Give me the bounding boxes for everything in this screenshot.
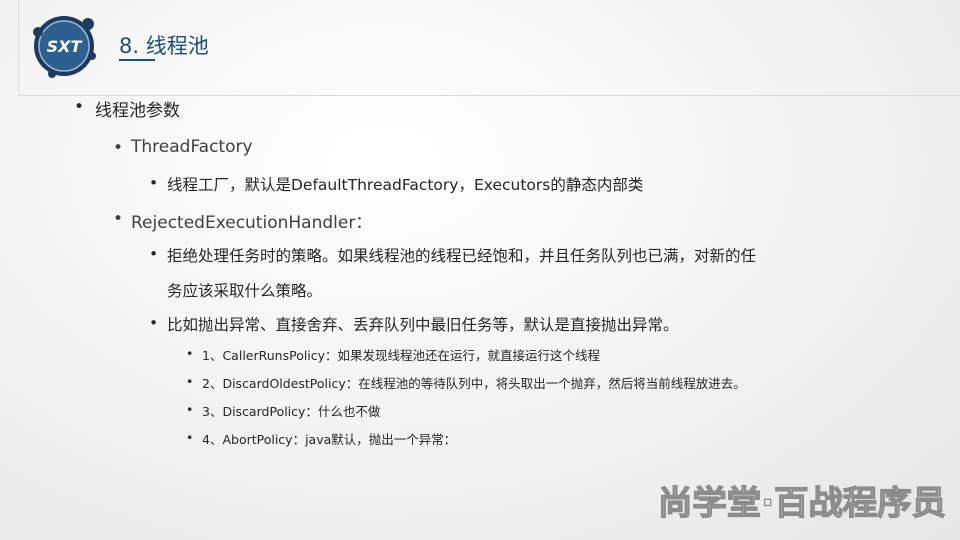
bullet-l2: • [113,138,124,158]
rejected-default-line: 比如抛出异常、直接舍弃、丢弃队列中最旧任务等，默认是直接抛出异常。 [167,316,679,334]
bullet-l3: • [149,314,159,332]
bullet-l4: • [186,430,194,445]
bullet-l3: • [149,245,159,263]
watermark-text: 尚学堂·百战程序员 [658,483,946,522]
heading-thread-pool-params: 线程池参数 [95,101,180,121]
rejected-description-line1: 拒绝处理任务时的策略。如果线程池的线程已经饱和，并且任务队列也已满，对新的任 [167,247,757,265]
watermark-logo: 尚学堂·百战程序员 [658,482,947,522]
bullet-l3: • [149,174,159,192]
policy-item: 3、DiscardPolicy：什么也不做 [202,404,381,419]
policy-item: 2、DiscardOldestPolicy：在线程池的等待队列中，将头取出一个抛… [202,376,746,391]
bullet-l4: • [186,402,194,417]
bullet-l4: • [186,346,194,361]
slide-content: • 线程池参数 • ThreadFactory • 线程工厂，默认是Defaul… [0,0,960,540]
bullet-l4: • [186,374,194,389]
bullet-l1: • [74,97,85,117]
heading-thread-factory: ThreadFactory [131,137,253,157]
bullet-l2: • [113,209,124,229]
policy-item: 1、CallerRunsPolicy：如果发现线程池还在运行，就直接运行这个线程 [202,348,601,363]
rejected-description-line2: 务应该采取什么策略。 [167,282,323,300]
thread-factory-detail: 线程工厂，默认是DefaultThreadFactory，Executors的静… [167,176,644,194]
policy-item: 4、AbortPolicy：java默认，抛出一个异常： [202,432,457,447]
heading-rejected-handler: RejectedExecutionHandler： [131,213,373,233]
